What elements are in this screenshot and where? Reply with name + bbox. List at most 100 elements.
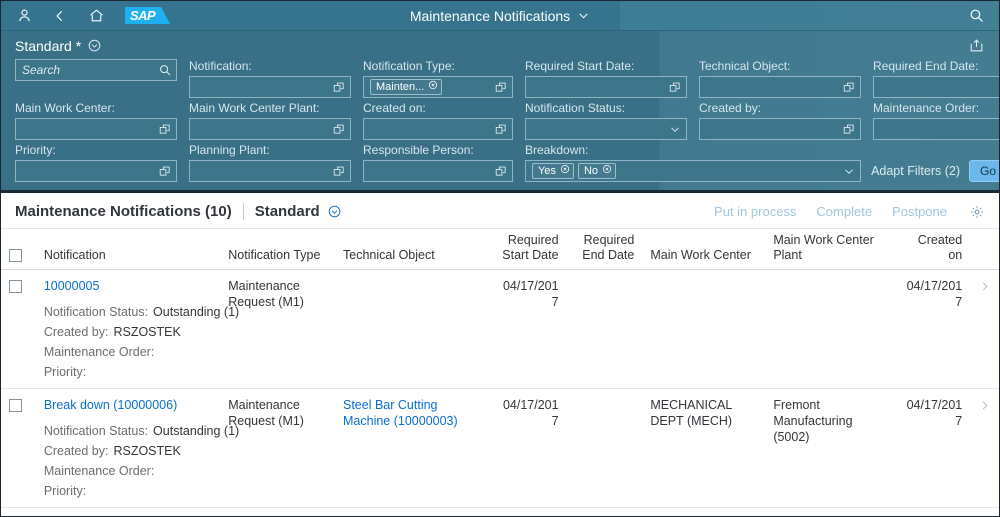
filter-input-required-start-date[interactable] — [525, 76, 687, 98]
back-icon[interactable] — [51, 7, 69, 25]
row-navigation-cell[interactable] — [970, 388, 999, 508]
column-header-created-on[interactable]: Created on — [896, 228, 971, 270]
filter-label-maintenance-order: Maintenance Order: — [873, 101, 980, 115]
filter-cell-main-work-center-plant: Main Work Center Plant: — [189, 100, 351, 140]
value-help-icon[interactable] — [669, 81, 682, 94]
value-help-icon[interactable] — [495, 81, 508, 94]
filter-input-notification-type[interactable]: Mainten... — [363, 76, 513, 98]
column-header-required-start-date[interactable]: Required Start Date — [488, 228, 567, 270]
filter-token[interactable]: Mainten... — [370, 79, 443, 95]
column-header-required-end-date[interactable]: Required End Date — [566, 228, 643, 270]
close-icon[interactable] — [428, 80, 438, 95]
filter-cell-maintenance-order: Maintenance Order: — [873, 100, 999, 140]
chevron-right-icon[interactable] — [979, 399, 990, 416]
share-icon[interactable] — [968, 37, 985, 54]
filter-cell-planning-plant: Planning Plant: — [189, 142, 351, 182]
value-help-icon[interactable] — [333, 165, 346, 178]
close-icon[interactable] — [560, 164, 570, 179]
chevron-right-icon[interactable] — [979, 280, 990, 297]
filter-input-notification[interactable] — [189, 76, 351, 98]
row-detail-item: Created by: RSZOSTEK — [44, 322, 212, 342]
row-detail-item: Notification Status: Outstanding (1) — [44, 421, 239, 441]
column-header-notification[interactable]: Notification — [35, 228, 221, 270]
table-variant-name[interactable]: Standard — [255, 203, 320, 220]
row-detail-item: Maintenance Order: — [44, 461, 212, 481]
row-checkbox[interactable] — [9, 280, 22, 294]
filter-bar: Standard * Search Notification: Notifica… — [1, 31, 999, 193]
filter-select-notification-status[interactable] — [525, 118, 687, 140]
filter-input-required-end-date[interactable] — [873, 76, 999, 98]
chevron-down-icon[interactable] — [577, 9, 590, 22]
select-all-checkbox[interactable] — [9, 249, 22, 263]
cell-technical-object — [335, 269, 489, 389]
value-help-icon[interactable] — [843, 81, 856, 94]
chevron-down-icon[interactable] — [327, 204, 342, 219]
chevron-down-icon[interactable] — [668, 122, 682, 136]
home-icon[interactable] — [87, 7, 105, 25]
chevron-down-icon[interactable] — [87, 38, 102, 53]
filter-label-main-work-center-plant: Main Work Center Plant: — [189, 101, 320, 115]
go-button[interactable]: Go — [968, 160, 999, 182]
value-help-icon[interactable] — [159, 165, 172, 178]
search-icon[interactable] — [967, 7, 985, 25]
filter-input-technical-object[interactable] — [699, 76, 861, 98]
filter-input-created-on[interactable] — [363, 118, 513, 140]
filter-input-breakdown[interactable]: Yes No — [525, 160, 861, 182]
filter-input-maintenance-order[interactable] — [873, 118, 999, 140]
notification-link[interactable]: Break down (10000006) — [44, 398, 177, 412]
notification-link[interactable]: 10000005 — [44, 279, 100, 293]
filter-cell-technical-object: Technical Object: — [699, 58, 861, 98]
value-help-icon[interactable] — [333, 81, 346, 94]
filter-input-main-work-center-plant[interactable] — [189, 118, 351, 140]
value-help-icon[interactable] — [495, 123, 508, 136]
gear-icon[interactable] — [969, 204, 985, 220]
table-row[interactable]: 10000005 Notification Status: Outstanding… — [1, 269, 999, 389]
row-checkbox[interactable] — [9, 399, 22, 413]
value-help-icon[interactable] — [843, 123, 856, 136]
application-window: SAP Maintenance Notifications Standard * — [0, 0, 1000, 517]
filter-variant-name[interactable]: Standard * — [15, 38, 81, 54]
detail-key: Notification Status: — [43, 305, 149, 319]
search-icon[interactable] — [158, 63, 172, 77]
filter-label-breakdown: Breakdown: — [525, 143, 589, 157]
user-icon[interactable] — [15, 7, 33, 25]
page-title[interactable]: Maintenance Notifications — [410, 8, 570, 24]
row-navigation-cell[interactable] — [970, 269, 999, 389]
filter-input-responsible-person[interactable] — [363, 160, 513, 182]
table-row[interactable]: Break down (10000006) Notification Statu… — [1, 388, 999, 508]
search-placeholder: Search — [22, 63, 61, 77]
filter-token[interactable]: Yes — [532, 163, 574, 179]
column-header-navigation — [970, 228, 999, 270]
filter-input-priority[interactable] — [15, 160, 177, 182]
detail-key: Created by: — [43, 325, 109, 339]
row-detail-item: Priority: — [44, 481, 212, 501]
filter-token[interactable]: No — [577, 163, 617, 179]
column-header-notification-type[interactable]: Notification Type — [220, 228, 335, 270]
value-help-icon[interactable] — [159, 123, 172, 136]
cell-required-end-date — [566, 269, 643, 389]
complete-button[interactable]: Complete — [816, 204, 872, 219]
cell-notification: 10000005 Notification Status: Outstanding… — [35, 269, 239, 389]
adapt-filters-button[interactable]: Adapt Filters (2) — [871, 164, 960, 178]
filter-input-main-work-center[interactable] — [15, 118, 177, 140]
column-header-main-work-center-plant[interactable]: Main Work Center Plant — [765, 228, 897, 270]
detail-value: RSZOSTEK — [113, 325, 181, 339]
postpone-button[interactable]: Postpone — [892, 204, 947, 219]
chevron-down-icon[interactable] — [842, 164, 856, 178]
filter-label-notification-type: Notification Type: — [363, 59, 455, 73]
table-header-row: Notification Notification Type Technical… — [1, 228, 999, 270]
cell-main-work-center — [642, 269, 766, 389]
technical-object-link[interactable]: Steel Bar Cutting Machine (10000003) — [343, 398, 458, 428]
close-icon[interactable] — [602, 164, 612, 179]
put-in-process-button[interactable]: Put in process — [714, 204, 796, 219]
token-label: Yes — [538, 164, 556, 177]
filter-cell-breakdown: Breakdown: Yes No — [525, 142, 861, 182]
value-help-icon[interactable] — [333, 123, 346, 136]
column-header-technical-object[interactable]: Technical Object — [335, 228, 489, 270]
token-label: No — [583, 164, 599, 177]
search-input[interactable]: Search — [15, 59, 177, 81]
value-help-icon[interactable] — [495, 165, 508, 178]
column-header-main-work-center[interactable]: Main Work Center — [642, 228, 766, 270]
filter-input-created-by[interactable] — [699, 118, 861, 140]
filter-input-planning-plant[interactable] — [189, 160, 351, 182]
